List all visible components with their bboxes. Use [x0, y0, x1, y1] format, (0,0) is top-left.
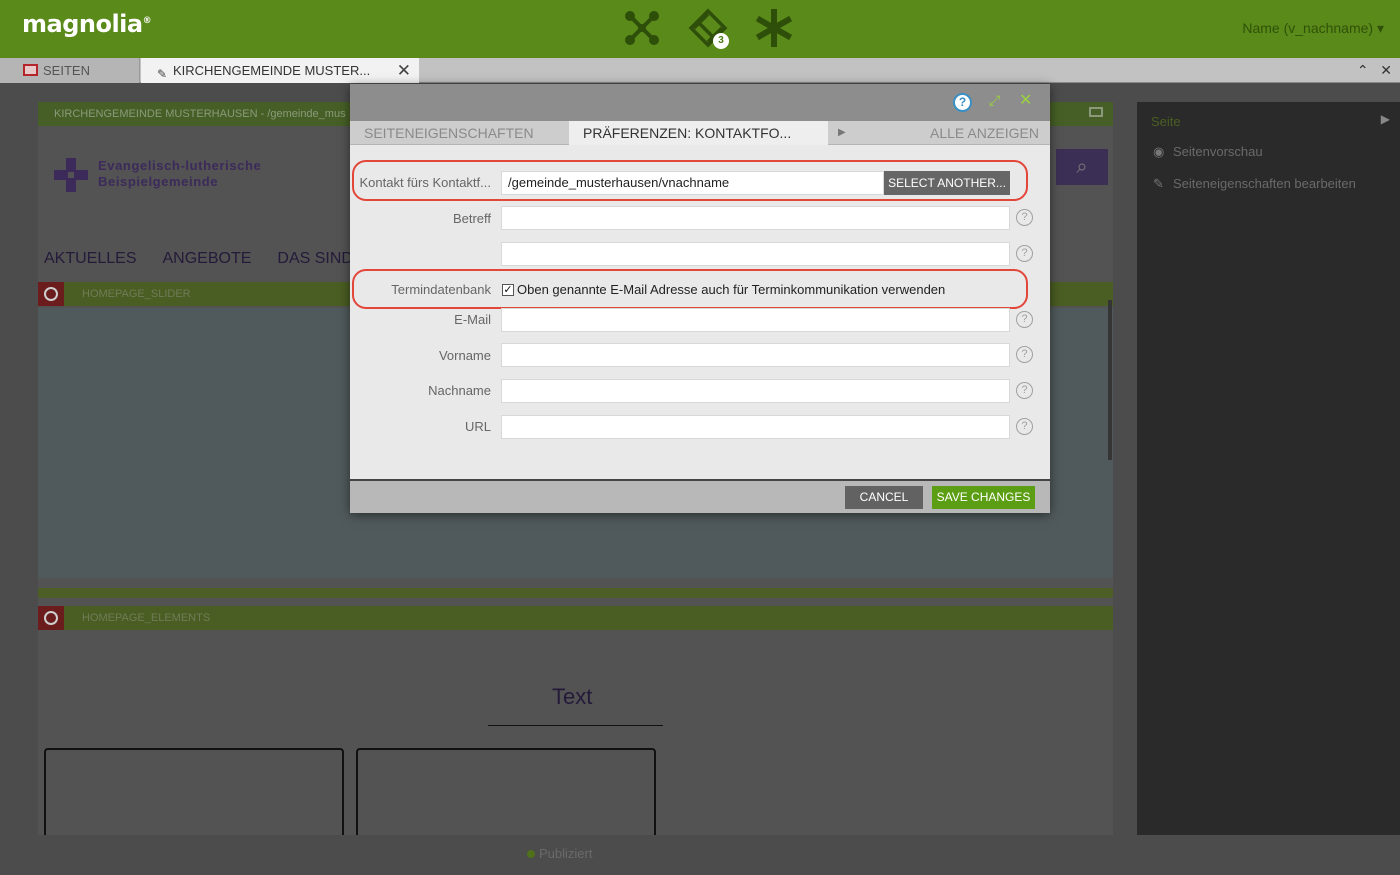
- vorname-label: Vorname: [438, 348, 491, 363]
- tab-seiteneigenschaften[interactable]: SEITENEIGENSCHAFTEN: [364, 121, 534, 145]
- nachname-field[interactable]: [501, 379, 1010, 403]
- tab-praeferenzen[interactable]: PRÄFERENZEN: KONTAKTFO...: [569, 121, 828, 145]
- tab-label: SEITEN: [43, 63, 90, 78]
- pencil-icon: ✎: [1153, 176, 1164, 191]
- edit-properties-dialog: ? ⤢ ✕ SEITENEIGENSCHAFTEN PRÄFERENZEN: K…: [350, 84, 1050, 513]
- apps-icon[interactable]: [622, 8, 662, 48]
- divider: [488, 725, 663, 726]
- content-box: [44, 748, 344, 835]
- nav-item[interactable]: ANGEBOTE: [162, 250, 251, 268]
- dialog-header: ? ⤢ ✕: [350, 84, 1050, 121]
- app-launcher-icons: 3: [622, 8, 794, 49]
- church-logo-icon: [54, 158, 88, 192]
- action-preview[interactable]: ◉ Seitenvorschau: [1153, 144, 1263, 160]
- tabbar-controls: ⌃ ✕: [1357, 58, 1392, 83]
- url-label: URL: [464, 419, 491, 434]
- help-icon[interactable]: ?: [1016, 209, 1033, 226]
- tab-scroll-arrow-icon[interactable]: ▶: [838, 121, 846, 145]
- status-dot-icon: [527, 850, 535, 858]
- app-header: magnolia® 3 Name (v_nachname) ▾: [0, 0, 1400, 58]
- action-edit-properties[interactable]: ✎ Seiteneigenschaften bearbeiten: [1153, 176, 1356, 192]
- help-icon[interactable]: ?: [1016, 245, 1033, 262]
- magnolia-logo[interactable]: magnolia®: [22, 10, 152, 38]
- content-box: [356, 748, 656, 835]
- area-end-bar: [38, 588, 1113, 598]
- actions-panel: Seite ▶ ◉ Seitenvorschau ✎ Seiteneigenscha…: [1137, 102, 1400, 835]
- text-heading: Text: [552, 684, 593, 709]
- help-icon[interactable]: ?: [1016, 311, 1033, 328]
- help-icon[interactable]: ?: [953, 93, 972, 112]
- tab-label: KIRCHENGEMEINDE MUSTER...: [173, 63, 371, 78]
- unlabeled-field[interactable]: [501, 242, 1010, 266]
- org-name: Evangelisch-lutherische Beispielgemeinde: [98, 158, 262, 189]
- notification-badge: 3: [713, 33, 729, 49]
- pulse-icon[interactable]: 3: [688, 8, 729, 49]
- help-icon[interactable]: ?: [1016, 418, 1033, 435]
- area-toggle-icon[interactable]: [38, 606, 64, 630]
- nav-item[interactable]: AKTUELLES: [44, 250, 136, 268]
- email-field[interactable]: [501, 308, 1010, 332]
- app-tabbar: SEITEN ✎ KIRCHENGEMEINDE MUSTER... ✕ ⌃ ✕: [0, 58, 1400, 83]
- user-menu[interactable]: Name (v_nachname) ▾: [1242, 20, 1384, 37]
- site-search-icon[interactable]: ⌕: [1056, 149, 1108, 185]
- help-icon[interactable]: ?: [1016, 346, 1033, 363]
- maximize-icon[interactable]: [1089, 107, 1103, 117]
- dialog-tabs: SEITENEIGENSCHAFTEN PRÄFERENZEN: KONTAKT…: [350, 121, 1050, 145]
- page-scrollbar[interactable]: [1108, 300, 1112, 460]
- betreff-label: Betreff: [452, 211, 491, 226]
- area-bar-elements[interactable]: HOMEPAGE_ELEMENTS: [38, 606, 1113, 630]
- expand-icon[interactable]: ⤢: [989, 92, 1000, 109]
- tab-seiten[interactable]: SEITEN: [0, 58, 140, 83]
- termin-checkbox[interactable]: ✓: [502, 284, 514, 296]
- betreff-field[interactable]: [501, 206, 1010, 230]
- dialog-footer: CANCEL SAVE CHANGES: [350, 479, 1050, 513]
- panel-title: Seite: [1151, 114, 1181, 129]
- tab-show-all[interactable]: ALLE ANZEIGEN: [930, 121, 1039, 145]
- help-icon[interactable]: ?: [1016, 382, 1033, 399]
- select-another-button[interactable]: SELECT ANOTHER...: [884, 171, 1010, 195]
- pages-app-icon: [23, 64, 38, 76]
- area-toggle-icon[interactable]: [38, 282, 64, 306]
- tab-page-editor[interactable]: ✎ KIRCHENGEMEINDE MUSTER... ✕: [141, 58, 419, 83]
- publication-status: Publiziert: [527, 846, 592, 861]
- site-navigation: AKTUELLES ANGEBOTE DAS SIND W: [44, 250, 373, 268]
- termin-checkbox-label[interactable]: Oben genannte E-Mail Adresse auch für Te…: [517, 282, 945, 297]
- termin-label: Termindatenbank: [391, 282, 491, 297]
- url-field[interactable]: [501, 415, 1010, 439]
- save-changes-button[interactable]: SAVE CHANGES: [932, 486, 1035, 509]
- email-label: E-Mail: [454, 312, 491, 327]
- nachname-label: Nachname: [428, 383, 491, 398]
- close-tab-icon[interactable]: ✕: [397, 58, 411, 83]
- collapse-icon[interactable]: ⌃: [1357, 62, 1369, 78]
- close-app-icon[interactable]: ✕: [1380, 62, 1392, 78]
- close-icon[interactable]: ✕: [1019, 90, 1032, 110]
- eye-icon: ◉: [1153, 144, 1165, 159]
- kontakt-path-field[interactable]: /gemeinde_musterhausen/vnachname: [501, 171, 884, 195]
- kontakt-label: Kontakt fürs Kontaktf...: [359, 175, 491, 190]
- cancel-button[interactable]: CANCEL: [845, 486, 923, 509]
- collapse-panel-icon[interactable]: ▶: [1381, 112, 1390, 126]
- vorname-field[interactable]: [501, 343, 1010, 367]
- favorites-icon[interactable]: [754, 8, 794, 48]
